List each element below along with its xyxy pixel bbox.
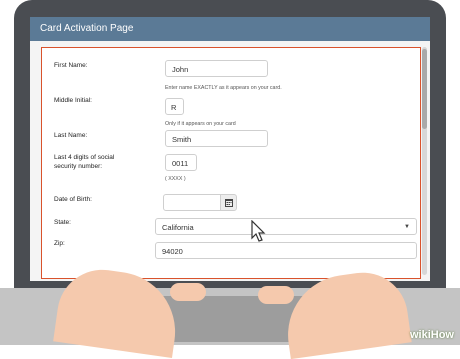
- activation-form: First Name: John Enter name EXACTLY as i…: [41, 47, 421, 279]
- middle-initial-label: Middle Initial:: [54, 97, 92, 104]
- chevron-down-icon: ▼: [404, 224, 410, 230]
- middle-initial-input[interactable]: R: [165, 98, 184, 115]
- last-name-label: Last Name:: [54, 132, 88, 139]
- first-name-hint: Enter name EXACTLY as it appears on your…: [165, 85, 282, 91]
- scrollbar-thumb[interactable]: [422, 49, 427, 129]
- browser-screen: Card Activation Page First Name: John En…: [30, 17, 430, 281]
- ssn-label-line2: security number:: [54, 163, 103, 170]
- dob-input[interactable]: [163, 194, 221, 211]
- left-thumb: [170, 283, 206, 301]
- last-name-input[interactable]: Smith: [165, 130, 268, 147]
- state-label: State:: [54, 219, 71, 226]
- mouse-cursor-icon: [251, 220, 266, 242]
- wikihow-watermark: wikiHow: [409, 329, 454, 341]
- state-select-value: California: [162, 223, 194, 232]
- dob-label: Date of Birth:: [54, 196, 92, 203]
- state-select[interactable]: California ▼: [155, 218, 417, 235]
- calendar-button[interactable]: [220, 194, 237, 211]
- middle-initial-hint: Only if it appears on your card: [165, 121, 236, 127]
- right-thumb: [258, 286, 294, 304]
- page-title: Card Activation Page: [30, 17, 430, 41]
- calendar-icon: [225, 199, 233, 207]
- ssn-last4-input[interactable]: 0011: [165, 154, 197, 171]
- first-name-label: First Name:: [54, 62, 88, 69]
- first-name-input[interactable]: John: [165, 60, 268, 77]
- zip-label: Zip:: [54, 240, 65, 247]
- ssn-label-line1: Last 4 digits of social: [54, 154, 115, 161]
- ssn-format-hint: ( XXXX ): [165, 176, 186, 182]
- zip-input[interactable]: 94020: [155, 242, 417, 259]
